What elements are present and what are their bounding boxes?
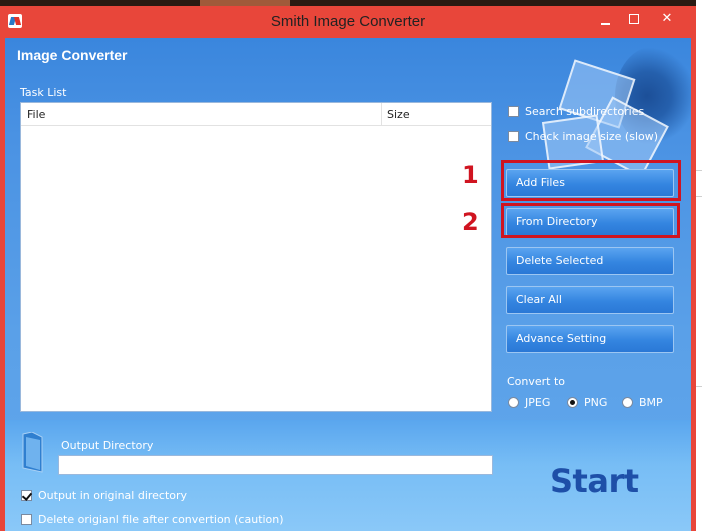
output-in-original-checkbox[interactable] [21, 490, 32, 501]
edge-line [696, 386, 702, 387]
folder-icon [22, 432, 43, 473]
advance-setting-button[interactable]: Advance Setting [506, 325, 674, 353]
radio-jpeg-button[interactable] [508, 397, 519, 408]
title-bar: Smith Image Converter ✕ [0, 6, 696, 37]
task-list-header: File Size [21, 103, 491, 126]
search-subdirectories-option[interactable]: Search subdirectories [508, 105, 644, 118]
highlight-box-from-directory [501, 203, 680, 238]
start-button[interactable]: Start [550, 462, 639, 500]
radio-jpeg-label: JPEG [525, 396, 551, 409]
converter-panel: Image Converter Task List File Size Sear… [5, 38, 691, 531]
radio-png[interactable]: PNG [567, 396, 607, 409]
check-image-size-option[interactable]: Check image size (slow) [508, 130, 658, 143]
panel-title: Image Converter [17, 47, 128, 63]
minimize-button[interactable] [598, 12, 612, 26]
app-window: Smith Image Converter ✕ Image Converter … [0, 6, 696, 531]
radio-bmp-button[interactable] [622, 397, 633, 408]
annotation-number-1: 1 [462, 161, 479, 189]
check-image-size-checkbox[interactable] [508, 131, 519, 142]
maximize-icon [629, 14, 639, 24]
task-list[interactable]: File Size [20, 102, 492, 412]
highlight-box-add-files [501, 160, 681, 201]
output-directory-input[interactable] [58, 455, 493, 475]
maximize-button[interactable] [627, 12, 641, 26]
delete-original-option[interactable]: Delete origianl file after convertion (c… [21, 513, 284, 526]
column-header-size[interactable]: Size [387, 108, 410, 121]
window-title: Smith Image Converter [270, 13, 426, 30]
minimize-icon [600, 23, 610, 25]
edge-line [696, 170, 702, 171]
radio-bmp-label: BMP [639, 396, 663, 409]
radio-png-button[interactable] [567, 397, 578, 408]
delete-selected-button[interactable]: Delete Selected [506, 247, 674, 275]
column-header-file[interactable]: File [27, 108, 45, 121]
search-subdirectories-label: Search subdirectories [525, 105, 645, 118]
clear-all-button[interactable]: Clear All [506, 286, 674, 314]
radio-png-label: PNG [584, 396, 608, 409]
check-image-size-label: Check image size (slow) [525, 130, 659, 143]
delete-original-label: Delete origianl file after convertion (c… [38, 513, 284, 526]
annotation-number-2: 2 [462, 208, 479, 236]
close-button[interactable]: ✕ [660, 12, 674, 26]
output-in-original-option[interactable]: Output in original directory [21, 489, 187, 502]
radio-bmp[interactable]: BMP [622, 396, 663, 409]
task-list-label: Task List [20, 86, 67, 99]
output-directory-label: Output Directory [61, 439, 154, 452]
edge-line [696, 196, 702, 197]
column-divider[interactable] [381, 103, 382, 125]
delete-original-checkbox[interactable] [21, 514, 32, 525]
background-window-edge [696, 0, 702, 531]
close-icon: ✕ [661, 11, 673, 26]
convert-to-label: Convert to [507, 375, 566, 388]
radio-jpeg[interactable]: JPEG [508, 396, 550, 409]
search-subdirectories-checkbox[interactable] [508, 106, 519, 117]
output-in-original-label: Output in original directory [38, 489, 188, 502]
